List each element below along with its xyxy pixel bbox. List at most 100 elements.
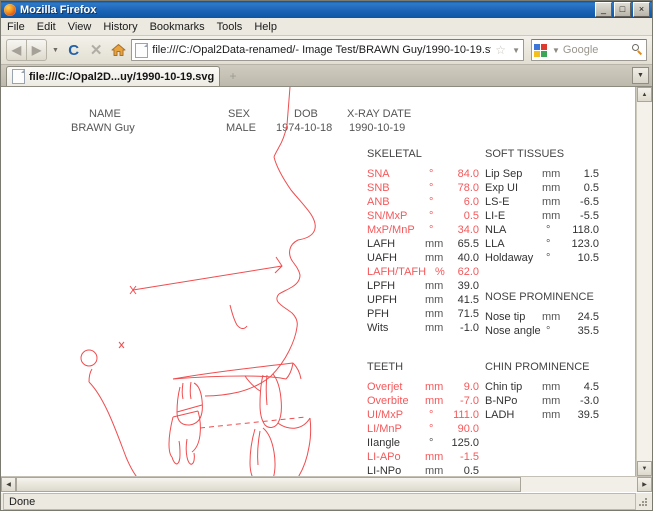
row-label-chin-tip: Chin tip [485,381,522,393]
home-icon[interactable] [109,40,128,60]
cephalometric-report-svg: NAME BRAWN Guy SEX MALE DOB 1974-10-18 X… [71,87,599,476]
vertical-scroll-track[interactable] [637,102,652,461]
row-value-li-e: -5.5 [580,210,599,222]
menu-item-file[interactable]: File [7,21,25,33]
content-area: NAME BRAWN Guy SEX MALE DOB 1974-10-18 X… [1,87,652,476]
row-unit-lpfh: mm [425,280,443,292]
row-unit-upfh: mm [425,294,443,306]
row-value-li-npo: 0.5 [464,465,479,476]
search-engine-dropdown-icon[interactable]: ▼ [552,46,560,55]
stop-icon[interactable]: ✕ [86,40,105,60]
row-label-ls-e: LS-E [485,196,509,208]
page-icon [135,42,149,58]
forward-button[interactable]: ▶ [26,39,47,61]
menu-item-view[interactable]: View [68,21,92,33]
row-label-mxp-mnp: MxP/MnP [367,224,415,236]
status-bar: Done [1,492,652,510]
tab-list-button[interactable]: ▼ [632,67,649,84]
section-skeletal: SKELETAL SNA ° 84.0 SNB ° 78.0 ANB ° 6.0… [367,148,479,334]
back-button[interactable]: ◀ [6,39,26,61]
row-unit-ui-mxp: ° [429,409,433,421]
row-label-upfh: UPFH [367,294,397,306]
vertical-scrollbar[interactable]: ▲ ▼ [636,87,652,476]
row-label-lafh-tafh: LAFH/TAFH [367,266,426,278]
row-value-overbite: -7.0 [460,395,479,407]
row-label-nla: NLA [485,224,507,236]
horizontal-scrollbar[interactable]: ◀ ▶ [1,476,652,492]
scroll-left-button[interactable]: ◀ [1,477,16,492]
header-label-xray: X-RAY DATE [347,108,411,120]
row-value-nose-tip: 24.5 [578,311,599,323]
url-bar[interactable]: file:///C:/Opal2Data-renamed/- Image Tes… [131,39,524,61]
row-value-iiangle: 125.0 [451,437,479,449]
horizontal-scroll-thumb[interactable] [16,477,521,492]
reload-icon[interactable]: C [64,40,83,60]
search-icon[interactable] [631,44,644,56]
horizontal-scroll-track[interactable] [521,477,637,492]
menu-item-edit[interactable]: Edit [37,21,56,33]
minimize-button[interactable]: _ [595,2,612,17]
row-label-uafh: UAFH [367,252,397,264]
row-unit-lla: ° [546,238,550,250]
close-button[interactable]: × [633,2,650,17]
menu-item-tools[interactable]: Tools [217,21,243,33]
row-label-ui-mxp: UI/MxP [367,409,403,421]
section-title-nose-prominence: NOSE PROMINENCE [485,291,594,303]
url-dropdown-icon[interactable]: ▼ [512,46,520,55]
tab-page-icon [12,69,25,84]
row-value-nla: 118.0 [572,224,599,236]
maximize-button[interactable]: □ [614,2,631,17]
row-unit-lafh: mm [425,238,443,250]
row-label-nose-tip: Nose tip [485,311,525,323]
scroll-right-button[interactable]: ▶ [637,477,652,492]
row-value-sna: 84.0 [458,168,479,180]
row-unit-overjet: mm [425,381,443,393]
new-tab-button[interactable]: + [223,67,243,85]
row-value-lpfh: 39.0 [458,280,479,292]
row-value-snb: 78.0 [458,182,479,194]
menu-item-bookmarks[interactable]: Bookmarks [150,21,205,33]
tab-svg-document[interactable]: file:///C:/Opal2D...uy/1990-10-19.svg [6,66,220,86]
search-input[interactable]: Google [563,44,629,56]
section-title-soft-tissues: SOFT TISSUES [485,148,564,160]
row-unit-overbite: mm [425,395,443,407]
row-value-sn-mxp: 0.5 [464,210,479,222]
header-value-name: BRAWN Guy [71,122,135,134]
scroll-down-button[interactable]: ▼ [637,461,652,476]
row-unit-b-npo: mm [542,395,560,407]
google-logo-icon[interactable] [533,43,547,57]
row-value-lafh: 65.5 [458,238,479,250]
row-unit-nose-angle: ° [546,325,550,337]
menu-item-history[interactable]: History [103,21,137,33]
row-label-sna: SNA [367,168,390,180]
scroll-up-button[interactable]: ▲ [637,87,652,102]
row-value-b-npo: -3.0 [580,395,599,407]
row-label-ladh: LADH [485,409,514,421]
section-title-teeth: TEETH [367,361,403,373]
section-teeth: TEETH Overjet mm 9.0 Overbite mm -7.0 UI… [367,361,479,476]
patient-header: NAME BRAWN Guy SEX MALE DOB 1974-10-18 X… [71,108,411,134]
search-bar[interactable]: ▼ Google [530,39,647,61]
row-unit-chin-tip: mm [542,381,560,393]
history-dropdown-icon[interactable]: ▼ [52,47,59,54]
row-label-lla: LLA [485,238,505,250]
firefox-window: Mozilla Firefox _ □ × File Edit View His… [0,0,653,511]
menu-item-help[interactable]: Help [254,21,277,33]
resize-grip[interactable] [636,495,650,509]
row-unit-holdaway: ° [546,252,550,264]
svg-document-canvas[interactable]: NAME BRAWN Guy SEX MALE DOB 1974-10-18 X… [1,87,636,476]
row-unit-li-mnp: ° [429,423,433,435]
section-soft-tissues: SOFT TISSUES Lip Sep mm 1.5 Exp UI mm 0.… [485,148,599,264]
row-label-overbite: Overbite [367,395,409,407]
section-title-skeletal: SKELETAL [367,148,422,160]
row-unit-sna: ° [429,168,433,180]
row-label-li-e: LI-E [485,210,505,222]
row-value-wits: -1.0 [460,322,479,334]
section-chin-prominence: CHIN PROMINENCE Chin tip mm 4.5 B-NPo mm… [485,361,599,421]
row-label-li-apo: LI-APo [367,451,401,463]
bookmark-star-icon[interactable]: ☆ [495,43,506,57]
url-input[interactable]: file:///C:/Opal2Data-renamed/- Image Tes… [152,44,491,56]
title-bar: Mozilla Firefox _ □ × [1,1,652,18]
row-unit-ladh: mm [542,409,560,421]
row-value-ui-mxp: 111.0 [453,409,479,421]
